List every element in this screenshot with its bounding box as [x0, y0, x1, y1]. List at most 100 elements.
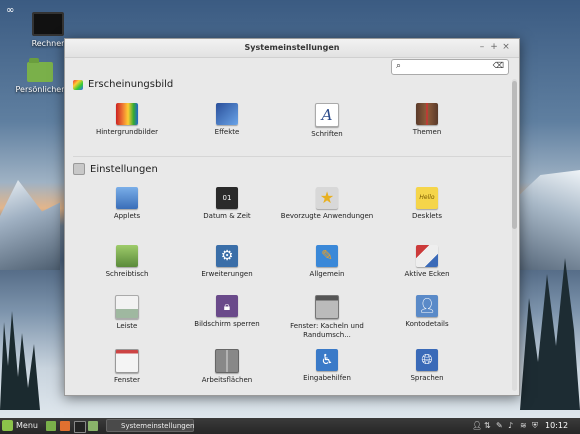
- setting-item-label: Fenster: [114, 376, 140, 384]
- settings-content: Erscheinungsbild Hintergrundbilder Effek…: [65, 77, 511, 393]
- setting-item-wallpaper[interactable]: Hintergrundbilder: [77, 103, 177, 137]
- desktop-icon-home[interactable]: Persönlicher: [10, 58, 70, 94]
- setting-item-windows[interactable]: Fenster: [77, 349, 177, 385]
- desktop-icon-label: Rechner: [31, 39, 65, 48]
- section-header-appearance: Erscheinungsbild: [73, 79, 173, 90]
- appearance-icon: [73, 79, 83, 90]
- setting-item-label: Eingabehilfen: [303, 374, 351, 382]
- setting-item-label: Hintergrundbilder: [95, 128, 159, 136]
- effects-icon: [216, 103, 238, 125]
- taskbar-window-label: Systemeinstellungen: [121, 422, 195, 430]
- setting-item-label: Fenster: Kacheln und Randumsch...: [290, 322, 364, 339]
- setting-item-window-tiling[interactable]: Fenster: Kacheln und Randumsch...: [277, 295, 377, 340]
- setting-item-desktop[interactable]: Schreibtisch: [77, 245, 177, 279]
- volume-icon[interactable]: ♪: [508, 421, 513, 430]
- search-input[interactable]: ⌕ ⌫: [391, 59, 509, 75]
- link-icon: ∞: [6, 5, 15, 16]
- scrollbar-thumb[interactable]: [512, 81, 517, 229]
- gear-icon: ⚙: [216, 245, 238, 267]
- setting-item-extensions[interactable]: ⚙ Erweiterungen: [177, 245, 277, 279]
- clear-search-icon[interactable]: ⌫: [493, 61, 504, 70]
- setting-item-lock-screen[interactable]: 🔒︎ Bildschirm sperren: [177, 295, 277, 329]
- applets-icon: [116, 187, 138, 209]
- search-icon: ⌕: [396, 61, 402, 71]
- section-header-preferences: Einstellungen: [73, 163, 158, 175]
- themes-icon: [416, 103, 438, 125]
- wallpaper-trees-left: [0, 311, 40, 410]
- setting-item-label: Schriften: [311, 130, 343, 138]
- setting-item-desklets[interactable]: Hello Desklets: [377, 187, 477, 221]
- scrollbar[interactable]: [512, 79, 517, 391]
- network-icon[interactable]: ⇅: [484, 421, 491, 430]
- note-icon: Hello: [416, 187, 438, 209]
- wallpaper-mountain-right: [514, 170, 580, 270]
- setting-item-label: Arbeitsflächen: [201, 376, 253, 384]
- menu-label: Menu: [16, 421, 38, 430]
- user-icon[interactable]: 👤︎: [472, 421, 482, 430]
- files-icon[interactable]: [88, 421, 98, 431]
- setting-item-label: Schreibtisch: [105, 270, 149, 278]
- setting-item-general[interactable]: ✎ Allgemein: [277, 245, 377, 279]
- setting-item-workspaces[interactable]: Arbeitsflächen: [177, 349, 277, 385]
- windows-icon: [115, 349, 139, 373]
- window-titlebar[interactable]: Systemeinstellungen – + ×: [65, 39, 519, 58]
- setting-item-label: Bildschirm sperren: [194, 320, 260, 328]
- setting-item-date-time[interactable]: 01 Datum & Zeit: [177, 187, 277, 221]
- setting-item-preferred-apps[interactable]: ★ Bevorzugte Anwendungen: [277, 187, 377, 221]
- tools-tray-icon[interactable]: ✎: [496, 421, 503, 430]
- hot-corner-icon: [416, 245, 438, 267]
- computer-icon: [32, 12, 64, 36]
- setting-item-applets[interactable]: Applets: [77, 187, 177, 221]
- shield-icon[interactable]: ⛨: [532, 421, 538, 431]
- setting-item-label: Allgemein: [309, 270, 345, 278]
- tools-icon: ✎: [316, 245, 338, 267]
- setting-item-label: Kontodetails: [405, 320, 449, 328]
- star-icon: ★: [316, 187, 338, 209]
- firefox-icon[interactable]: [60, 421, 70, 431]
- setting-item-hot-corners[interactable]: Aktive Ecken: [377, 245, 477, 279]
- setting-item-effects[interactable]: Effekte: [177, 103, 277, 137]
- setting-item-fonts[interactable]: A Schriften: [277, 103, 377, 139]
- minimize-button[interactable]: –: [477, 42, 487, 52]
- desktop-icon-label: Persönlicher: [15, 85, 65, 94]
- clock[interactable]: 10:12: [545, 421, 568, 430]
- wallpaper-icon: [116, 103, 138, 125]
- wallpaper-mountain-left: [0, 180, 60, 270]
- wifi-icon[interactable]: ≋: [520, 421, 527, 430]
- setting-item-accessibility[interactable]: ♿︎ Eingabehilfen: [277, 349, 377, 383]
- close-button[interactable]: ×: [501, 42, 511, 52]
- settings-window: Systemeinstellungen – + × ⌕ ⌫ Erscheinun…: [64, 38, 520, 396]
- home-folder-icon: [27, 58, 53, 82]
- setting-item-label: Aktive Ecken: [404, 270, 450, 278]
- maximize-button[interactable]: +: [489, 42, 499, 52]
- setting-item-label: Effekte: [214, 128, 240, 136]
- taskbar: Menu Systemeinstellungen 👤︎ ⇅ ✎ ♪ ≋ ⛨ 10…: [0, 418, 580, 434]
- setting-item-label: Bevorzugte Anwendungen: [280, 212, 374, 220]
- taskbar-window-button[interactable]: Systemeinstellungen: [106, 419, 194, 432]
- menu-button[interactable]: Menu: [2, 420, 38, 431]
- fonts-icon: A: [315, 103, 339, 127]
- desktop-icon: [116, 245, 138, 267]
- setting-item-themes[interactable]: Themen: [377, 103, 477, 137]
- setting-item-label: Sprachen: [410, 374, 444, 382]
- setting-item-panel[interactable]: Leiste: [77, 295, 177, 331]
- terminal-icon[interactable]: [74, 421, 86, 433]
- preferences-icon: [73, 163, 85, 175]
- panel-icon: [115, 295, 139, 319]
- setting-item-label: Themen: [412, 128, 442, 136]
- setting-item-label: Applets: [113, 212, 141, 220]
- window-tiling-icon: [315, 295, 339, 319]
- search-bar: ⌕ ⌫: [65, 58, 519, 78]
- setting-item-label: Leiste: [116, 322, 138, 330]
- languages-icon: 🌐︎: [416, 349, 438, 371]
- workspaces-icon: [215, 349, 239, 373]
- show-desktop-icon[interactable]: [46, 421, 56, 431]
- window-title: Systemeinstellungen: [244, 43, 340, 52]
- account-icon: 👤︎: [416, 295, 438, 317]
- setting-item-languages[interactable]: 🌐︎ Sprachen: [377, 349, 477, 383]
- setting-item-label: Datum & Zeit: [203, 212, 251, 220]
- setting-item-label: Desklets: [411, 212, 443, 220]
- section-separator: [73, 156, 511, 157]
- setting-item-account[interactable]: 👤︎ Kontodetails: [377, 295, 477, 329]
- section-title: Einstellungen: [90, 163, 158, 175]
